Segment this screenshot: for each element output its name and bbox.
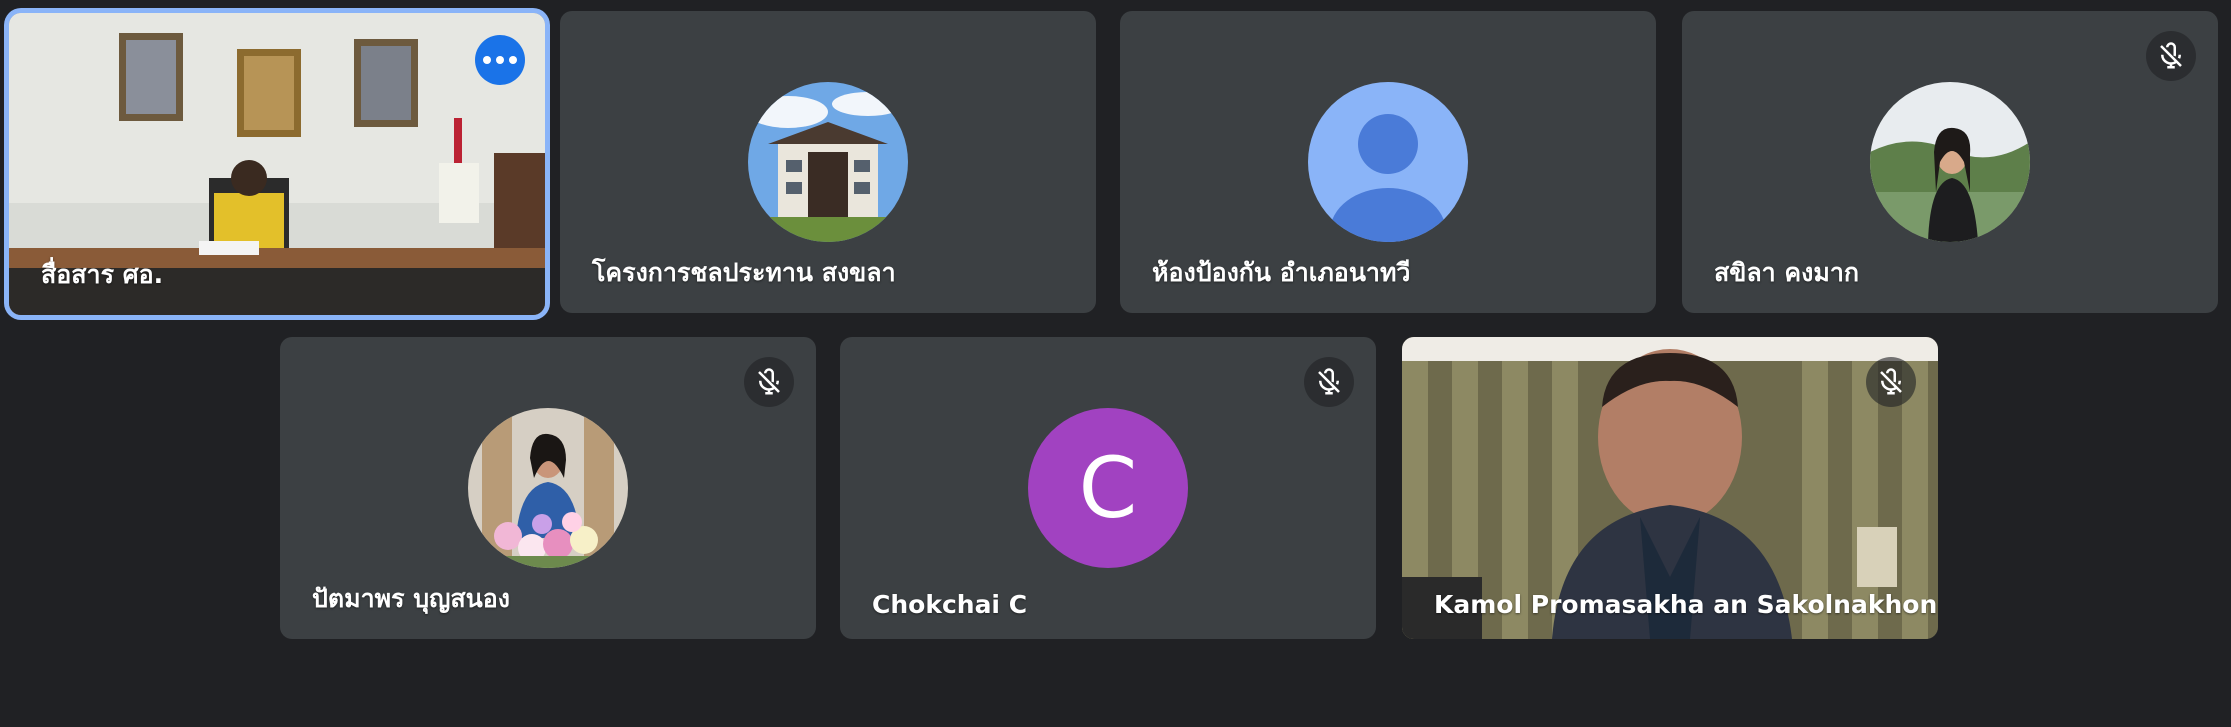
participant-name: Chokchai C	[872, 590, 1028, 619]
muted-indicator	[2146, 31, 2196, 81]
participant-tile-1[interactable]: สื่อสาร ศอ.	[9, 13, 545, 315]
mic-off-icon	[1880, 368, 1902, 395]
participant-avatar	[1870, 82, 2030, 242]
participant-tile-4[interactable]: สขิลา คงมาก	[1682, 11, 2218, 313]
participant-name: สื่อสาร ศอ.	[41, 260, 164, 289]
participant-tile-6[interactable]: C Chokchai C	[840, 337, 1376, 639]
participant-avatar	[748, 82, 908, 242]
participant-avatar	[468, 408, 628, 568]
participant-tile-2[interactable]: โครงการชลประทาน สงขลา	[560, 11, 1096, 313]
avatar-letter: C	[1078, 439, 1138, 537]
participant-name: Kamol Promasakha an Sakolnakhon	[1434, 590, 1938, 619]
participant-tile-3[interactable]: ห้องป้องกัน อำเภอนาทวี	[1120, 11, 1656, 313]
participant-name: ห้องป้องกัน อำเภอนาทวี	[1152, 258, 1411, 287]
muted-indicator	[1866, 357, 1916, 407]
mic-off-icon	[2160, 42, 2182, 69]
participant-tile-5[interactable]: ปัตมาพร บุญสนอง	[280, 337, 816, 639]
default-avatar	[1308, 82, 1468, 242]
participant-name: ปัตมาพร บุญสนอง	[312, 584, 510, 613]
muted-indicator	[744, 357, 794, 407]
participant-name: โครงการชลประทาน สงขลา	[592, 258, 896, 287]
mic-off-icon	[1318, 368, 1340, 395]
participant-name: สขิลา คงมาก	[1714, 258, 1859, 287]
letter-avatar: C	[1028, 408, 1188, 568]
muted-indicator	[1304, 357, 1354, 407]
participant-tile-7[interactable]: Kamol Promasakha an Sakolnakhon	[1402, 337, 1938, 639]
more-horiz-icon	[483, 56, 517, 64]
more-options-button[interactable]	[475, 35, 525, 85]
mic-off-icon	[758, 368, 780, 395]
